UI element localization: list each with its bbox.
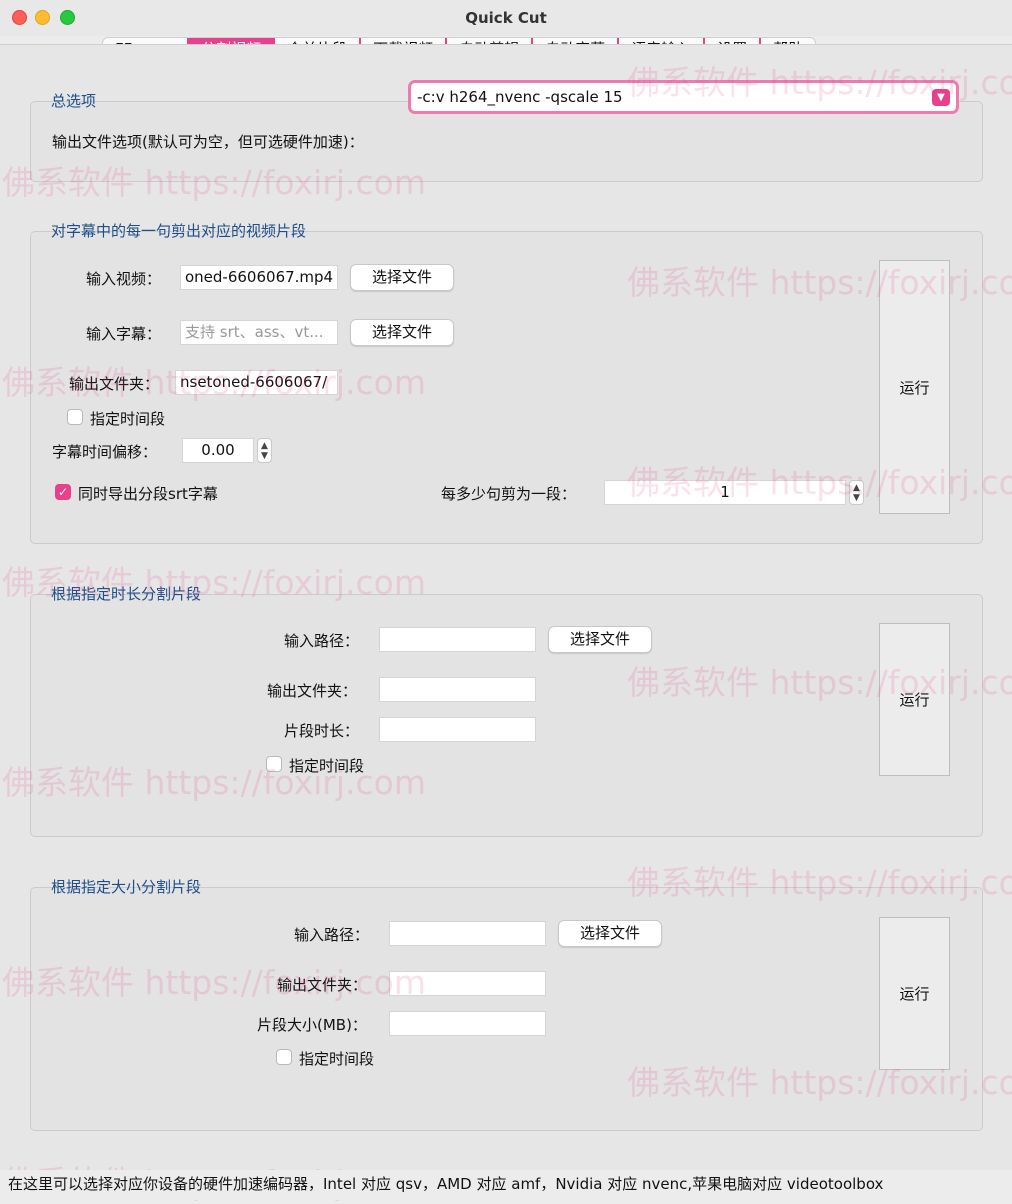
subtitle-cut-title: 对字幕中的每一句剪出对应的视频片段 [51, 222, 307, 240]
subtitle-offset-spinbox[interactable]: 0.00 [182, 438, 254, 463]
chevron-down-icon[interactable]: ▼ [853, 493, 860, 503]
duration-output-label: 输出文件夹： [267, 682, 358, 700]
run-duration-split-button[interactable]: 运行 [879, 623, 950, 776]
size-output-label: 输出文件夹： [277, 976, 368, 994]
export-srt-label: 同时导出分段srt字幕 [78, 485, 218, 503]
per-segment-stepper[interactable]: ▲ ▼ [849, 480, 864, 505]
size-input-field[interactable] [389, 921, 546, 946]
input-video-label: 输入视频： [86, 270, 162, 288]
size-output-field[interactable] [389, 971, 546, 996]
input-video-field[interactable]: oned-6606067.mp4 [180, 265, 338, 290]
size-input-label: 输入路径： [294, 926, 370, 944]
per-segment-spinbox[interactable]: 1 [604, 480, 846, 505]
title-bar: Quick Cut [0, 0, 1012, 36]
output-options-label: 输出文件选项(默认可为空，但可选硬件加速)： [52, 133, 364, 151]
run-size-split-button[interactable]: 运行 [879, 917, 950, 1070]
output-options-value[interactable]: -c:v h264_nvenc -qscale 15 [417, 88, 623, 106]
output-options-combo[interactable]: -c:v h264_nvenc -qscale 15 ▼ [408, 80, 959, 114]
duration-input-field[interactable] [379, 627, 536, 652]
duration-time-range-label: 指定时间段 [289, 757, 365, 775]
chevron-up-icon[interactable]: ▲ [853, 483, 860, 493]
segment-size-label: 片段大小(MB)： [257, 1016, 367, 1034]
time-range-checkbox[interactable] [67, 409, 83, 425]
size-choose-file-button[interactable]: 选择文件 [558, 920, 662, 947]
size-split-title: 根据指定大小分割片段 [51, 878, 202, 896]
output-folder-field[interactable]: nsetoned-6606067/ [175, 370, 338, 395]
subtitle-offset-label: 字幕时间偏移： [52, 443, 158, 461]
size-time-range-label: 指定时间段 [299, 1050, 375, 1068]
segment-length-label: 片段时长： [284, 722, 360, 740]
segment-size-field[interactable] [389, 1011, 546, 1036]
duration-input-label: 输入路径： [284, 632, 360, 650]
choose-subtitle-button[interactable]: 选择文件 [350, 319, 454, 346]
duration-output-field[interactable] [379, 677, 536, 702]
offset-stepper[interactable]: ▲ ▼ [257, 438, 272, 463]
output-folder-label: 输出文件夹： [69, 375, 160, 393]
minimize-window-button[interactable] [35, 10, 50, 25]
choose-video-button[interactable]: 选择文件 [350, 264, 454, 291]
general-options-title: 总选项 [51, 92, 97, 110]
status-bar: 在这里可以选择对应你设备的硬件加速编码器，Intel 对应 qsv，AMD 对应… [0, 1170, 1012, 1200]
time-range-label: 指定时间段 [90, 410, 166, 428]
size-time-range-checkbox[interactable] [276, 1049, 292, 1065]
export-srt-checkbox[interactable]: ✓ [55, 484, 71, 500]
input-subtitle-label: 输入字幕： [86, 325, 162, 343]
chevron-down-icon[interactable]: ▼ [932, 89, 950, 106]
close-window-button[interactable] [12, 10, 27, 25]
input-subtitle-field[interactable]: 支持 srt、ass、vt... [180, 320, 338, 345]
maximize-window-button[interactable] [60, 10, 75, 25]
chevron-up-icon[interactable]: ▲ [261, 441, 268, 451]
window-title: Quick Cut [465, 9, 547, 27]
segment-length-field[interactable] [379, 717, 536, 742]
duration-split-title: 根据指定时长分割片段 [51, 585, 202, 603]
chevron-down-icon[interactable]: ▼ [261, 451, 268, 461]
per-segment-label: 每多少句剪为一段： [441, 485, 577, 503]
duration-choose-file-button[interactable]: 选择文件 [548, 626, 652, 653]
run-subtitle-cut-button[interactable]: 运行 [879, 260, 950, 514]
duration-time-range-checkbox[interactable] [266, 756, 282, 772]
